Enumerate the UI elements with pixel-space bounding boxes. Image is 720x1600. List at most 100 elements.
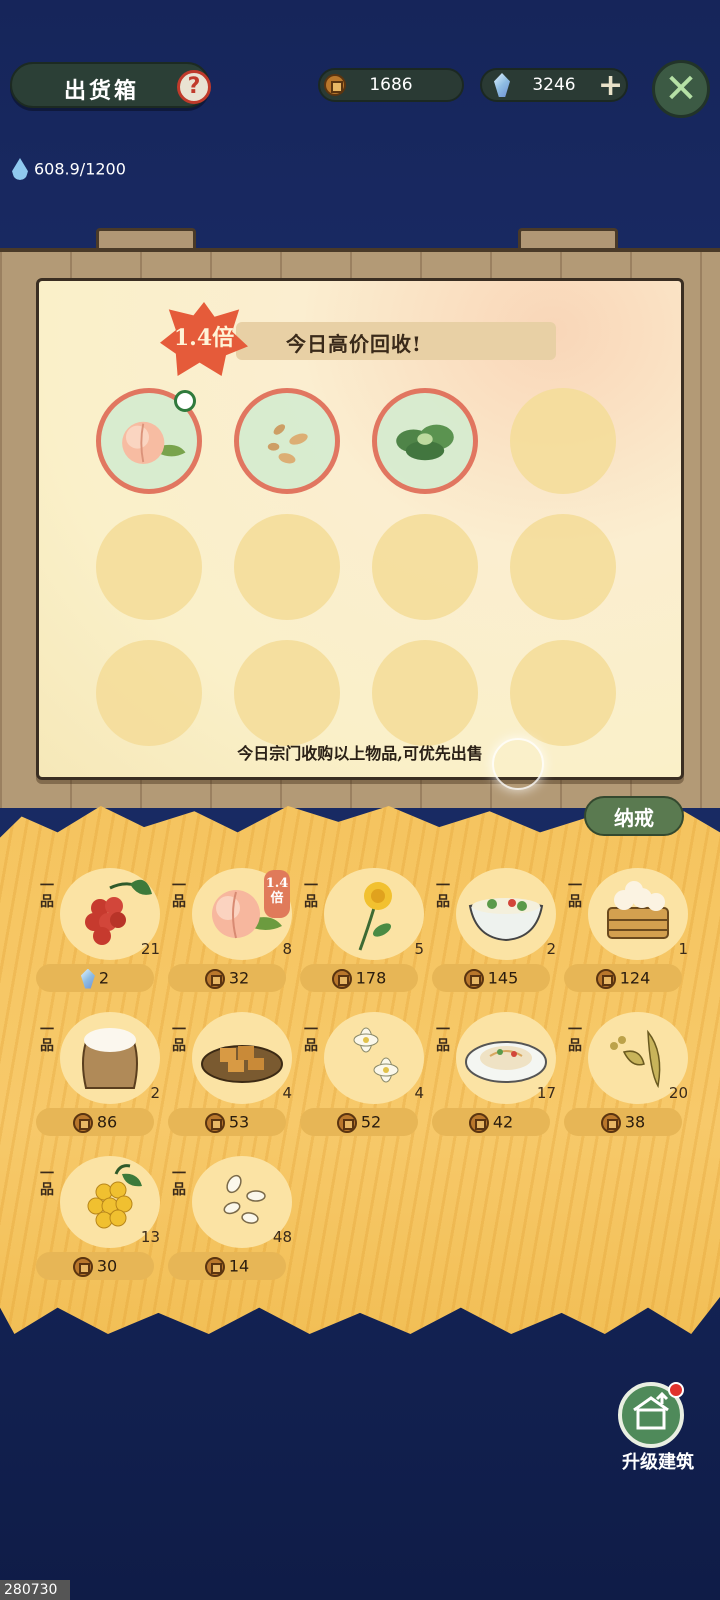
grade-label: 一品 <box>304 878 318 910</box>
inventory-item[interactable]: 一品 1 124 <box>564 868 688 998</box>
tap-indicator <box>492 738 544 790</box>
chrysanthemum-icon <box>358 882 392 951</box>
shipping-box-title-pill: 出货箱 ? <box>10 62 211 108</box>
empty-slot <box>510 388 616 494</box>
bok-choy-icon <box>396 424 454 461</box>
item-price: 42 <box>432 1108 550 1136</box>
item-price: 2 <box>36 964 154 992</box>
coin-value: 1686 <box>369 75 413 95</box>
tofu-plate-icon <box>201 1045 283 1083</box>
seeds-icon <box>267 424 308 464</box>
leaf-badge-icon <box>174 390 196 412</box>
inventory-item[interactable]: 一品 4 53 <box>168 1012 292 1142</box>
storage-ring-tab[interactable]: 纳戒 <box>584 796 684 836</box>
wanted-slot-bok-choy[interactable] <box>372 388 478 494</box>
coin-icon <box>204 1112 225 1133</box>
item-count: 20 <box>668 1084 688 1102</box>
item-count: 13 <box>140 1228 160 1246</box>
coin-icon <box>331 968 352 989</box>
item-count: 2 <box>150 1084 160 1102</box>
grade-label: 一品 <box>172 1022 186 1054</box>
coin-icon <box>336 1112 357 1133</box>
inventory-item[interactable]: 一品 13 30 <box>36 1156 160 1286</box>
grade-label: 一品 <box>172 878 186 910</box>
empty-slot <box>510 640 616 746</box>
steamed-buns-icon <box>607 881 669 939</box>
inventory-item[interactable]: 一品 2 145 <box>432 868 556 998</box>
item-price: 53 <box>168 1108 286 1136</box>
empty-slot <box>234 514 340 620</box>
item-price: 145 <box>432 964 550 992</box>
inventory-item[interactable]: 一品 5 178 <box>300 868 424 998</box>
item-price: 86 <box>36 1108 154 1136</box>
inventory-item[interactable]: 一品 17 42 <box>432 1012 556 1142</box>
item-count: 4 <box>414 1084 424 1102</box>
grade-label: 一品 <box>304 1022 318 1054</box>
grade-label: 一品 <box>40 878 54 910</box>
coin-icon <box>463 968 484 989</box>
flour-sack-icon <box>82 1028 138 1089</box>
inventory-item[interactable]: 一品 4 52 <box>300 1012 424 1142</box>
empty-slot <box>510 514 616 620</box>
jasmine-flower-icon <box>353 1027 399 1083</box>
noodle-bowl-icon <box>468 898 544 942</box>
inventory-item[interactable]: 一品 2 86 <box>36 1012 160 1142</box>
inventory-item[interactable]: 一品 20 38 <box>564 1012 688 1142</box>
build-id-label: 280730 <box>0 1580 70 1600</box>
coin-balance: 1686 <box>318 68 464 102</box>
price-boost-badge: 1.4倍 <box>264 870 290 918</box>
grade-label: 一品 <box>40 1166 54 1198</box>
water-value: 608.9/1200 <box>34 159 126 179</box>
add-gems-button[interactable]: + <box>598 68 623 103</box>
item-count: 48 <box>272 1228 292 1246</box>
grade-label: 一品 <box>568 878 582 910</box>
coin-icon <box>468 1112 489 1133</box>
item-price: 14 <box>168 1252 286 1280</box>
item-count: 5 <box>414 940 424 958</box>
item-price: 38 <box>564 1108 682 1136</box>
water-meter: 608.9/1200 <box>12 158 126 186</box>
empty-slot <box>372 640 478 746</box>
upgrade-building-label[interactable]: 升级建筑 <box>608 1448 708 1474</box>
item-count: 21 <box>140 940 160 958</box>
empty-slot <box>234 640 340 746</box>
inventory-item[interactable]: 一品 1.4倍 8 32 <box>168 868 292 998</box>
item-price: 32 <box>168 964 286 992</box>
notification-dot <box>668 1382 684 1398</box>
item-count: 17 <box>536 1084 556 1102</box>
item-count: 4 <box>282 1084 292 1102</box>
coin-icon <box>72 1112 93 1133</box>
coin-icon <box>600 1112 621 1133</box>
inventory-item[interactable]: 一品 48 14 <box>168 1156 292 1286</box>
page-title: 出货箱 <box>64 78 140 104</box>
coin-icon <box>72 1256 93 1277</box>
empty-slot <box>96 640 202 746</box>
building-upgrade-icon[interactable] <box>618 1382 684 1448</box>
item-price: 52 <box>300 1108 418 1136</box>
inventory-item[interactable]: 一品 21 2 <box>36 868 160 998</box>
coin-icon <box>204 968 225 989</box>
spirit-gem-icon <box>80 968 95 989</box>
notice-footer: 今日宗门收购以上物品,可优先出售 <box>237 744 483 763</box>
gem-balance: 3246 + <box>480 68 628 103</box>
grade-label: 一品 <box>436 1022 450 1054</box>
coin-icon <box>595 968 616 989</box>
item-price: 124 <box>564 964 682 992</box>
wanted-slot-seeds[interactable] <box>234 388 340 494</box>
empty-slot <box>96 514 202 620</box>
water-drop-icon <box>12 158 28 180</box>
item-price: 178 <box>300 964 418 992</box>
coin-icon <box>204 1256 225 1277</box>
grade-label: 一品 <box>40 1022 54 1054</box>
banner-text: 今日高价回收! <box>286 332 422 356</box>
item-count: 2 <box>546 940 556 958</box>
grade-label: 一品 <box>172 1166 186 1198</box>
item-count: 1 <box>678 940 688 958</box>
grade-label: 一品 <box>568 1022 582 1054</box>
item-price: 30 <box>36 1252 154 1280</box>
empty-slot <box>372 514 478 620</box>
grade-label: 一品 <box>436 878 450 910</box>
item-count: 8 <box>282 940 292 958</box>
close-x-icon[interactable]: ✕ <box>652 60 710 118</box>
question-icon[interactable]: ? <box>177 70 211 104</box>
